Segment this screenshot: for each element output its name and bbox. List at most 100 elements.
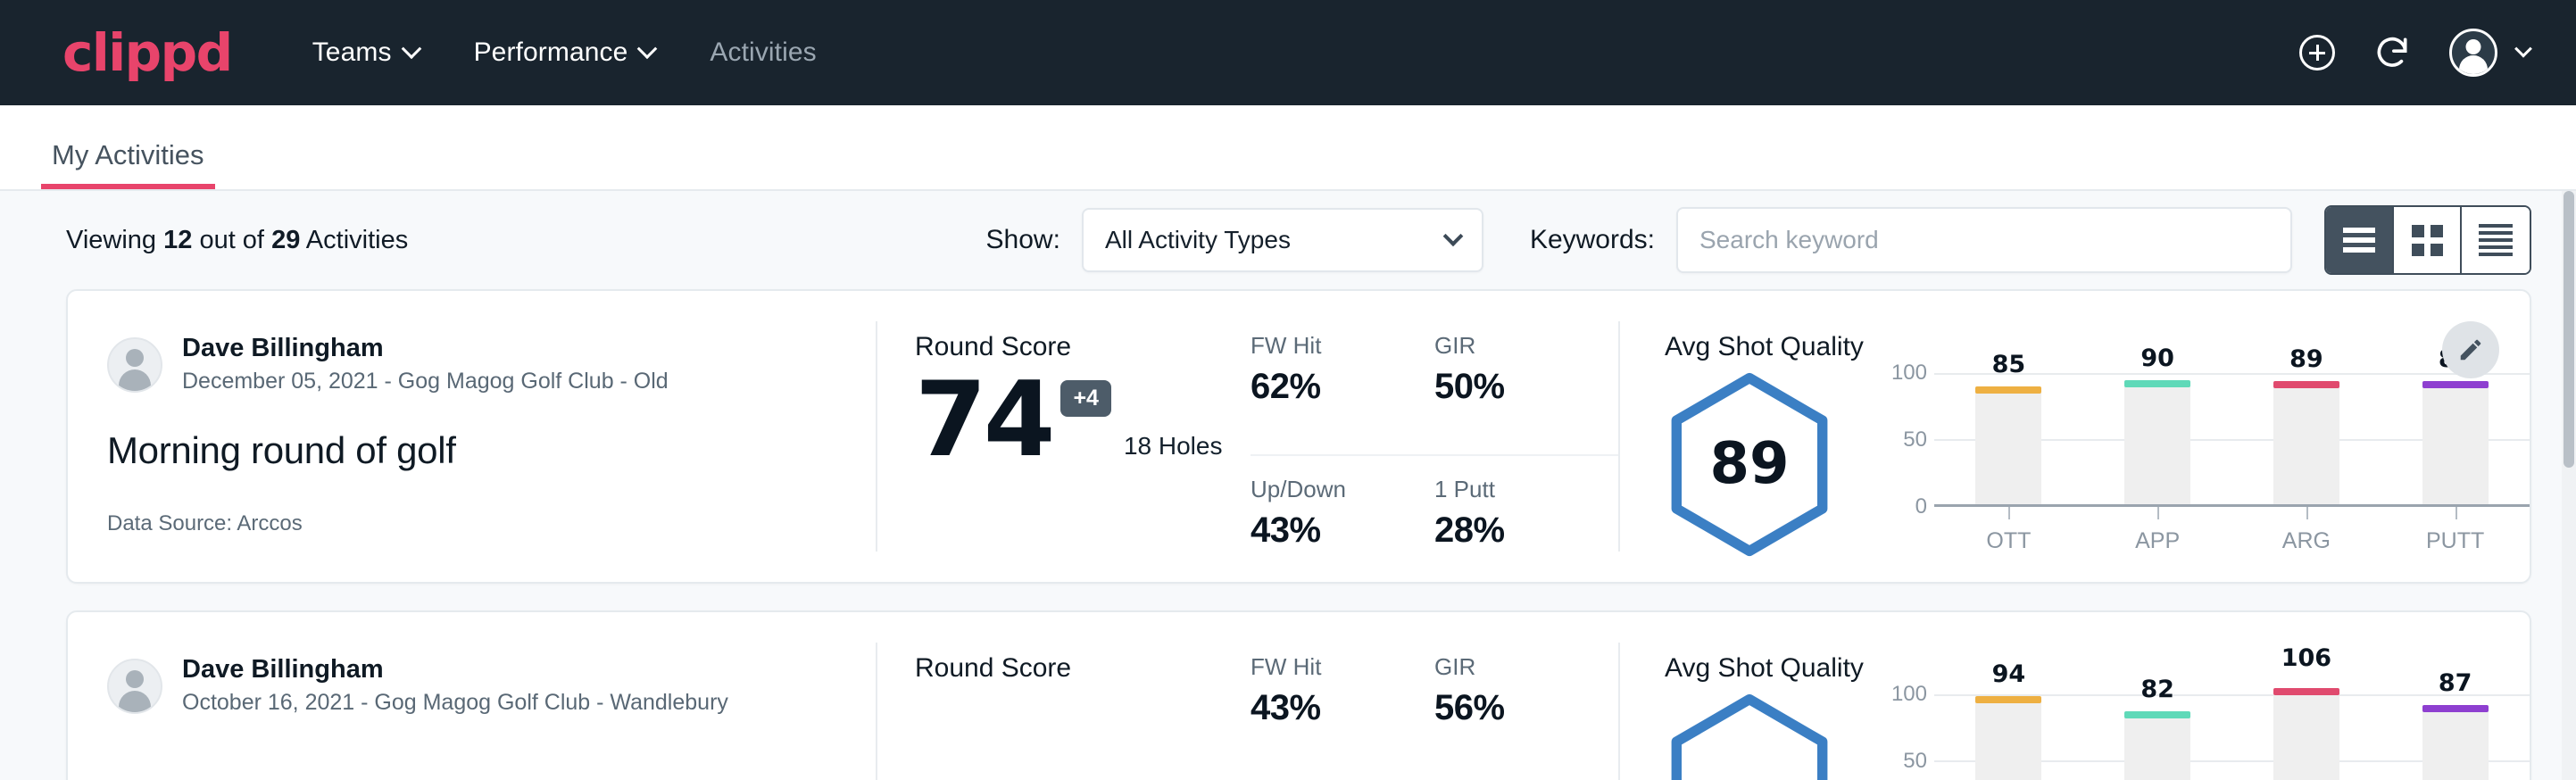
- nav-item-label: Activities: [710, 37, 816, 68]
- chart-bar-group: 89: [2381, 373, 2530, 504]
- page-scrollbar[interactable]: [2562, 191, 2576, 780]
- chart-bar-value: 87: [2439, 669, 2472, 697]
- chart-bar-cap: [2422, 705, 2489, 712]
- stat-value: 28%: [1434, 510, 1597, 551]
- chart-x-tick: PUTT: [2381, 507, 2530, 554]
- chart-bar-value: 90: [2140, 344, 2174, 372]
- results-count-text: Viewing 12 out of 29 Activities: [66, 226, 408, 255]
- round-stats-column: FW Hit 62% GIR 50% Up/Down 43% 1 Putt 28…: [1234, 291, 1618, 582]
- chart-bar-value: 85: [1992, 351, 2026, 378]
- activity-type-value: All Activity Types: [1105, 226, 1446, 254]
- chart-bar-group: 90: [2083, 373, 2232, 504]
- holes-played: 18 Holes: [1124, 432, 1223, 461]
- view-mode-grid-button[interactable]: [2394, 207, 2462, 273]
- avg-shot-quality-column: Avg Shot Quality 100 50 0: [1620, 612, 2530, 780]
- page-tab-bar: My Activities: [0, 105, 2576, 191]
- activity-summary-column: Dave Billingham October 16, 2021 - Gog M…: [68, 612, 876, 780]
- chart-x-tick: APP: [2083, 507, 2232, 554]
- tab-my-activities[interactable]: My Activities: [41, 139, 215, 189]
- viewing-prefix: Viewing: [66, 226, 156, 254]
- chart-bar: [2273, 694, 2339, 780]
- view-mode-list-button[interactable]: [2326, 207, 2394, 273]
- overall-quality-badge: [1665, 687, 1861, 780]
- stat-value: 43%: [1251, 688, 1413, 728]
- stat-value: 43%: [1251, 510, 1413, 551]
- round-score-column: Round Score: [877, 612, 1234, 780]
- nav-item-label: Performance: [474, 37, 628, 68]
- brand-logo[interactable]: clippd: [62, 27, 232, 79]
- chart-bar-cap: [2273, 688, 2339, 695]
- nav-item-activities[interactable]: Activities: [710, 37, 816, 68]
- shot-quality-bar-chart: 100 50 0 948210687 OTTAPPARGPUTT: [1861, 687, 2530, 780]
- chart-plot-area: 948210687: [1934, 694, 2530, 780]
- view-mode-compact-button[interactable]: [2462, 207, 2530, 273]
- chevron-down-icon: [401, 38, 421, 59]
- chart-x-tick: ARG: [2232, 507, 2381, 554]
- stat-label: FW Hit: [1251, 653, 1413, 681]
- chart-bar-group: 85: [1934, 373, 2083, 504]
- refresh-icon[interactable]: [2372, 33, 2412, 72]
- chart-bar-cap: [1975, 386, 2041, 394]
- chart-bar-group: 87: [2381, 694, 2530, 780]
- chevron-down-icon: [1443, 226, 1464, 246]
- tab-label: My Activities: [52, 139, 204, 170]
- stat-label: FW Hit: [1251, 332, 1413, 360]
- main-nav-items: Teams Performance Activities: [312, 37, 817, 68]
- activity-card[interactable]: Dave Billingham December 05, 2021 - Gog …: [66, 289, 2531, 584]
- view-mode-toggle-group: [2324, 205, 2531, 275]
- scrollbar-thumb[interactable]: [2564, 191, 2574, 468]
- overall-quality-badge: 89: [1665, 366, 1861, 557]
- edit-activity-button[interactable]: [2442, 321, 2499, 378]
- chart-bar-group: 94: [1934, 694, 2083, 780]
- chart-y-axis: 100 50 0: [1879, 373, 1934, 507]
- shot-quality-bar-chart: 100 50 0 85908989 OTTAPPARGPUTT: [1861, 366, 2530, 554]
- stat-value: 50%: [1434, 367, 1597, 407]
- chart-y-axis: 100 50 0: [1879, 694, 1934, 780]
- player-name: Dave Billingham: [182, 653, 728, 685]
- round-stats-column: FW Hit 43% GIR 56%: [1234, 612, 1618, 780]
- nav-item-teams[interactable]: Teams: [312, 37, 419, 68]
- avatar: [107, 337, 162, 393]
- chart-bar-cap: [1975, 696, 2041, 703]
- activity-card-list: Dave Billingham December 05, 2021 - Gog …: [0, 289, 2576, 780]
- y-tick: 50: [1903, 749, 1927, 774]
- nav-item-performance[interactable]: Performance: [474, 37, 655, 68]
- chart-bar: [2273, 387, 2339, 504]
- stat-one-putt: 1 Putt 28%: [1434, 454, 1618, 582]
- search-input-wrapper[interactable]: [1676, 207, 2292, 273]
- chart-bar-value: 89: [2289, 345, 2323, 373]
- round-score-value: 74: [915, 371, 1051, 469]
- avatar: [107, 659, 162, 714]
- activity-title: Morning round of golf: [107, 429, 876, 472]
- stat-up-down: Up/Down 43%: [1251, 454, 1434, 582]
- chart-bar-cap: [2124, 711, 2190, 718]
- stat-label: 1 Putt: [1434, 476, 1597, 503]
- activity-meta: December 05, 2021 - Gog Magog Golf Club …: [182, 367, 669, 397]
- y-tick: 100: [1891, 361, 1927, 386]
- add-circle-icon[interactable]: [2299, 35, 2335, 71]
- avg-shot-quality-label: Avg Shot Quality: [1665, 332, 2530, 362]
- pencil-icon: [2457, 336, 2484, 363]
- chart-bar: [2124, 718, 2190, 780]
- activity-type-filter: Show: All Activity Types: [986, 208, 1483, 272]
- stat-fw-hit: FW Hit 43%: [1251, 653, 1434, 780]
- hexagon-icon: [1665, 693, 1834, 780]
- activity-summary-column: Dave Billingham December 05, 2021 - Gog …: [68, 291, 876, 582]
- chevron-down-icon: [637, 38, 658, 59]
- account-avatar[interactable]: [2449, 29, 2530, 77]
- chart-bar-value: 106: [2281, 644, 2331, 672]
- chart-bar: [2422, 711, 2489, 780]
- avg-shot-quality-value: 89: [1665, 371, 1834, 557]
- filter-toolbar: Viewing 12 out of 29 Activities Show: Al…: [0, 191, 2576, 289]
- activity-data-source: Data Source: Arccos: [107, 511, 876, 536]
- stat-value: 62%: [1251, 367, 1413, 407]
- stat-label: GIR: [1434, 332, 1597, 360]
- activity-type-select[interactable]: All Activity Types: [1082, 208, 1483, 272]
- activity-card[interactable]: Dave Billingham October 16, 2021 - Gog M…: [66, 610, 2531, 780]
- chevron-down-icon: [2514, 40, 2532, 58]
- viewing-count: 12: [163, 226, 192, 254]
- score-differential-badge: +4: [1060, 380, 1111, 417]
- round-score-column: Round Score 74 +4 18 Holes: [877, 291, 1234, 582]
- stat-label: Up/Down: [1251, 476, 1413, 503]
- search-input[interactable]: [1699, 226, 2269, 254]
